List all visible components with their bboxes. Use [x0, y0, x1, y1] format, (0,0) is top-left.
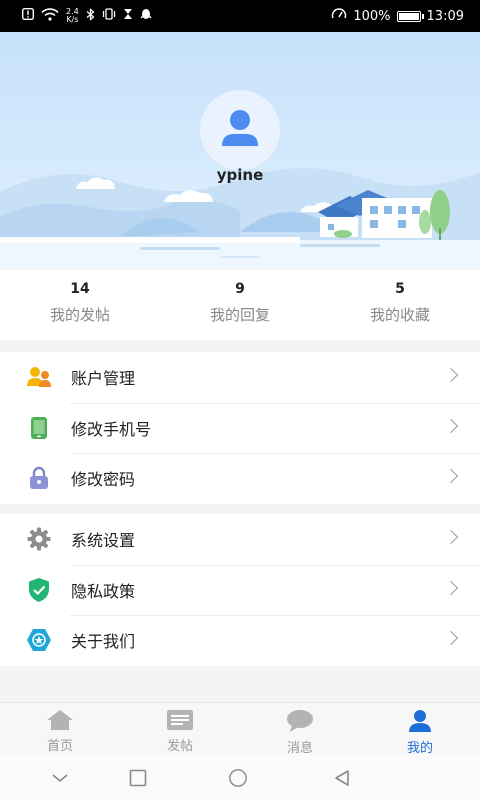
- menu-item-about-us[interactable]: 关于我们: [0, 615, 480, 666]
- menu-label: 修改手机号: [71, 419, 152, 439]
- chevron-right-icon: [443, 529, 459, 545]
- user-icon: [406, 709, 434, 733]
- tab-mine[interactable]: 我的: [360, 703, 480, 756]
- chevron-right-icon: [443, 580, 459, 595]
- menu-item-privacy-policy[interactable]: 隐私政策: [0, 564, 480, 616]
- vibrate-icon: [102, 8, 116, 24]
- tab-post[interactable]: 发帖: [120, 703, 240, 754]
- tab-label: 发帖: [166, 739, 193, 754]
- stat-label: 我的发帖: [49, 306, 110, 324]
- alert-icon: [21, 7, 35, 24]
- tab-label: 首页: [46, 739, 73, 754]
- stat-posts[interactable]: 14 我的发帖: [0, 270, 160, 340]
- chevron-right-icon: [443, 418, 459, 433]
- chevron-right-icon: [443, 630, 459, 646]
- user-avatar-icon: [222, 110, 258, 146]
- battery-icon: [396, 10, 424, 22]
- stat-replies[interactable]: 9 我的回复: [160, 270, 320, 340]
- post-icon: [166, 709, 194, 731]
- stat-label: 我的回复: [209, 306, 270, 324]
- lock-icon: [26, 465, 52, 491]
- message-icon: [286, 709, 314, 733]
- menu-group-account: 账户管理 修改手机号 修改密码: [0, 352, 480, 504]
- app-screen: 2.4 K/s 100% 13:09 ypine 14 我的发帖 9 我的回复 …: [0, 0, 480, 800]
- stats-row: 14 我的发帖 9 我的回复 5 我的收藏: [0, 270, 480, 340]
- menu-group-system: 系统设置 隐私政策 关于我们: [0, 514, 480, 666]
- wifi-icon: [41, 7, 59, 25]
- home-circle-icon[interactable]: [228, 768, 248, 788]
- system-nav-bar: [0, 754, 480, 800]
- stat-value: 14: [70, 281, 90, 297]
- bottom-tab-bar: 首页 发帖 消息 我的: [0, 702, 480, 756]
- network-speed: 2.4 K/s: [66, 7, 79, 24]
- about-us-icon: [26, 627, 52, 653]
- username: ypine: [216, 166, 264, 184]
- stat-favorites[interactable]: 5 我的收藏: [320, 270, 480, 340]
- menu-label: 修改密码: [71, 470, 136, 490]
- battery-percent: 100%: [353, 8, 391, 24]
- back-triangle-icon[interactable]: [332, 768, 352, 788]
- account-manage-icon: [26, 364, 52, 390]
- home-icon: [46, 709, 74, 731]
- menu-label: 系统设置: [71, 531, 136, 551]
- recent-apps-icon[interactable]: [128, 768, 148, 788]
- shield-check-icon: [26, 577, 52, 603]
- chevron-down-icon[interactable]: [50, 768, 70, 788]
- menu-label: 隐私政策: [71, 581, 136, 601]
- phone-icon: [26, 415, 52, 441]
- status-bar: 2.4 K/s 100% 13:09: [0, 0, 480, 32]
- clock: 13:09: [426, 8, 464, 24]
- stat-value: 5: [395, 281, 405, 297]
- qq-icon: [140, 8, 152, 25]
- menu-item-account-manage[interactable]: 账户管理: [0, 352, 480, 403]
- menu-item-change-password[interactable]: 修改密码: [0, 453, 480, 504]
- chevron-right-icon: [443, 367, 459, 383]
- menu-item-system-settings[interactable]: 系统设置: [0, 514, 480, 565]
- profile-header: ypine: [0, 32, 480, 270]
- menu-label: 关于我们: [71, 632, 136, 652]
- tab-messages[interactable]: 消息: [240, 703, 360, 756]
- chevron-right-icon: [443, 468, 459, 484]
- data-usage-icon: [331, 8, 347, 24]
- menu-item-change-phone[interactable]: 修改手机号: [0, 402, 480, 454]
- gear-icon: [26, 526, 52, 552]
- stat-label: 我的收藏: [369, 306, 430, 324]
- bluetooth-icon: [86, 7, 95, 25]
- stat-value: 9: [235, 281, 245, 297]
- menu-label: 账户管理: [71, 369, 136, 389]
- avatar[interactable]: [200, 90, 280, 170]
- tab-home[interactable]: 首页: [0, 703, 120, 754]
- hourglass-icon: [123, 8, 133, 24]
